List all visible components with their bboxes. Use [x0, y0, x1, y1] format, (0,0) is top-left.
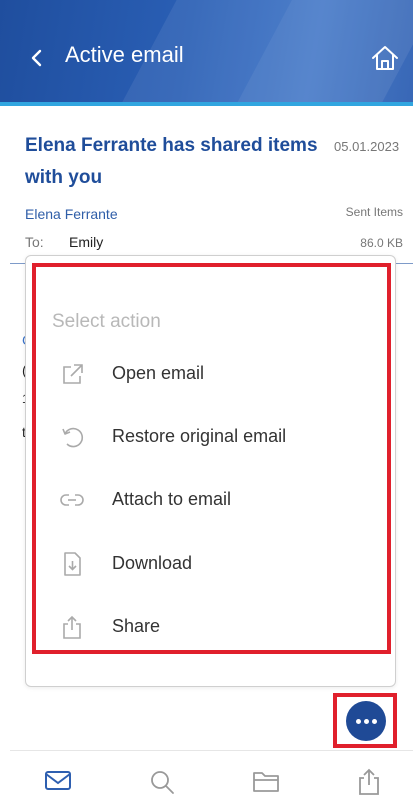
- more-actions-button[interactable]: [346, 701, 386, 741]
- nav-share[interactable]: [354, 768, 386, 796]
- page-title: Active email: [65, 42, 184, 67]
- home-button[interactable]: [370, 44, 402, 74]
- header-accent-bar: [0, 102, 413, 106]
- to-label: To:: [25, 234, 44, 250]
- bottom-nav-divider: [10, 750, 413, 751]
- to-recipient: Emily: [69, 234, 104, 250]
- nav-mail[interactable]: [43, 768, 75, 796]
- search-icon: [151, 771, 174, 794]
- nav-search[interactable]: [147, 768, 179, 796]
- home-icon: [372, 46, 398, 70]
- share-icon: [359, 768, 379, 795]
- action-menu-highlight: [32, 263, 391, 654]
- back-button[interactable]: [22, 40, 52, 76]
- nav-folders[interactable]: [251, 768, 283, 796]
- mail-icon: [45, 771, 71, 790]
- email-sender[interactable]: Elena Ferrante: [25, 206, 118, 222]
- email-size: 86.0 KB: [360, 236, 403, 250]
- folder-icon: [253, 772, 279, 792]
- email-date: 05.01.2023: [334, 139, 400, 154]
- chevron-left-icon: [31, 49, 42, 67]
- email-subject: Elena Ferrante has shared items with you: [25, 135, 318, 188]
- email-folder: Sent Items: [345, 205, 403, 219]
- more-dots-icon: [355, 718, 377, 724]
- app-header: Active email: [0, 0, 413, 106]
